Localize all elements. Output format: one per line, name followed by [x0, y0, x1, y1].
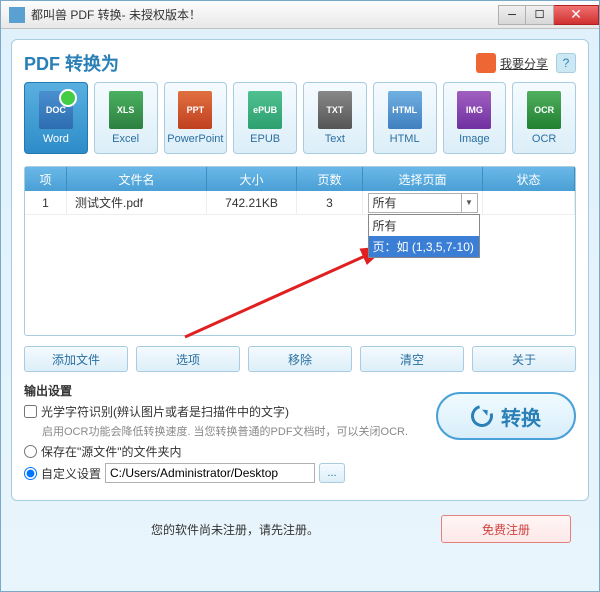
- custom-path-label: 自定义设置: [41, 465, 101, 482]
- maximize-button[interactable]: ☐: [526, 5, 554, 25]
- format-tab-word[interactable]: DOC Word: [24, 82, 88, 154]
- convert-button[interactable]: 转换: [436, 392, 576, 440]
- dropdown-value: 所有: [373, 194, 397, 211]
- format-label: Text: [325, 133, 345, 145]
- help-icon[interactable]: ?: [556, 53, 576, 73]
- th-index: 项: [25, 167, 67, 191]
- save-source-option: 保存在"源文件"的文件夹内: [24, 443, 576, 460]
- format-tab-text[interactable]: TXT Text: [303, 82, 367, 154]
- dropdown-list: 所有 页：如 (1,3,5,7-10): [368, 214, 480, 258]
- footer: 您的软件尚未注册，请先注册。 免费注册: [11, 501, 589, 543]
- format-tab-ocr[interactable]: OCR OCR: [512, 82, 576, 154]
- format-tab-excel[interactable]: XLS Excel: [94, 82, 158, 154]
- clear-button[interactable]: 清空: [360, 346, 464, 372]
- options-button[interactable]: 选项: [136, 346, 240, 372]
- path-input[interactable]: [105, 463, 315, 483]
- app-window: 都叫兽 PDF 转换- 未授权版本！ ─ ☐ ✕ PDF 转换为 我要分享 ? …: [0, 0, 600, 592]
- titlebar: 都叫兽 PDF 转换- 未授权版本！ ─ ☐ ✕: [1, 1, 599, 29]
- th-size: 大小: [207, 167, 297, 191]
- html-icon: HTML: [388, 91, 422, 129]
- table-row[interactable]: 1 测试文件.pdf 742.21KB 3 所有 ▼ 所有 页：如 (1,3,5…: [25, 191, 575, 215]
- refresh-icon: [467, 401, 497, 431]
- footer-text: 您的软件尚未注册，请先注册。: [29, 521, 441, 538]
- text-icon: TXT: [318, 91, 352, 129]
- share-link[interactable]: 我要分享: [500, 55, 548, 72]
- format-label: OCR: [532, 133, 556, 145]
- format-label: Word: [43, 133, 69, 145]
- format-label: HTML: [390, 133, 420, 145]
- chevron-down-icon: ▼: [461, 194, 477, 212]
- page-title: PDF 转换为: [24, 50, 119, 76]
- th-status: 状态: [483, 167, 575, 191]
- convert-label: 转换: [501, 402, 541, 431]
- add-file-button[interactable]: 添加文件: [24, 346, 128, 372]
- save-source-label: 保存在"源文件"的文件夹内: [41, 443, 182, 460]
- main-panel: PDF 转换为 我要分享 ? DOC Word XLS Excel PPT PowerPo…: [11, 39, 589, 501]
- format-label: Excel: [112, 133, 139, 145]
- th-pages: 页数: [297, 167, 363, 191]
- app-icon: [9, 7, 25, 23]
- ocr-label: 光学字符识别(辨认图片或者是扫描件中的文字): [41, 403, 289, 420]
- cell-name: 测试文件.pdf: [67, 191, 207, 214]
- about-button[interactable]: 关于: [472, 346, 576, 372]
- format-tab-html[interactable]: HTML HTML: [373, 82, 437, 154]
- excel-icon: XLS: [109, 91, 143, 129]
- share-group: 我要分享 ?: [476, 53, 576, 73]
- custom-path-radio[interactable]: [24, 467, 37, 480]
- format-tab-image[interactable]: IMG Image: [443, 82, 507, 154]
- format-tab-ppt[interactable]: PPT PowerPoint: [164, 82, 228, 154]
- page-select-dropdown[interactable]: 所有 ▼ 所有 页：如 (1,3,5,7-10): [368, 193, 478, 213]
- ocr-checkbox[interactable]: [24, 405, 37, 418]
- dropdown-option-range[interactable]: 页：如 (1,3,5,7-10): [369, 236, 479, 257]
- epub-icon: ePUB: [248, 91, 282, 129]
- file-table: 项 文件名 大小 页数 选择页面 状态 1 测试文件.pdf 742.21KB …: [24, 166, 576, 336]
- header-row: PDF 转换为 我要分享 ?: [24, 50, 576, 76]
- format-label: EPUB: [250, 133, 280, 145]
- register-button[interactable]: 免费注册: [441, 515, 571, 543]
- image-icon: IMG: [457, 91, 491, 129]
- cell-index: 1: [25, 191, 67, 214]
- action-buttons: 添加文件 选项 移除 清空 关于: [24, 346, 576, 372]
- th-select: 选择页面: [363, 167, 483, 191]
- save-source-radio[interactable]: [24, 445, 37, 458]
- window-title: 都叫兽 PDF 转换- 未授权版本！: [31, 6, 498, 23]
- ocr-icon: OCR: [527, 91, 561, 129]
- dropdown-option-all[interactable]: 所有: [369, 215, 479, 236]
- content: PDF 转换为 我要分享 ? DOC Word XLS Excel PPT PowerPo…: [1, 29, 599, 553]
- cell-status: [483, 191, 575, 214]
- cell-size: 742.21KB: [207, 191, 297, 214]
- browse-button[interactable]: ...: [319, 463, 345, 483]
- table-header: 项 文件名 大小 页数 选择页面 状态: [25, 167, 575, 191]
- ppt-icon: PPT: [178, 91, 212, 129]
- th-name: 文件名: [67, 167, 207, 191]
- format-label: PowerPoint: [167, 133, 223, 145]
- annotation-arrow: [185, 247, 395, 352]
- word-icon: DOC: [39, 91, 73, 129]
- window-controls: ─ ☐ ✕: [498, 5, 599, 25]
- weibo-icon[interactable]: [476, 53, 496, 73]
- close-button[interactable]: ✕: [554, 5, 599, 25]
- minimize-button[interactable]: ─: [498, 5, 526, 25]
- custom-path-option: 自定义设置 ...: [24, 463, 576, 483]
- format-label: Image: [459, 133, 490, 145]
- remove-button[interactable]: 移除: [248, 346, 352, 372]
- format-tab-epub[interactable]: ePUB EPUB: [233, 82, 297, 154]
- cell-pages: 3: [297, 191, 363, 214]
- output-settings: 输出设置 光学字符识别(辨认图片或者是扫描件中的文字) 启用OCR功能会降低转换…: [24, 382, 576, 483]
- format-tabs: DOCWordXLSExcelPPTPowerPointePUBEPUBTXTT…: [24, 82, 576, 154]
- cell-select: 所有 ▼ 所有 页：如 (1,3,5,7-10): [363, 191, 483, 214]
